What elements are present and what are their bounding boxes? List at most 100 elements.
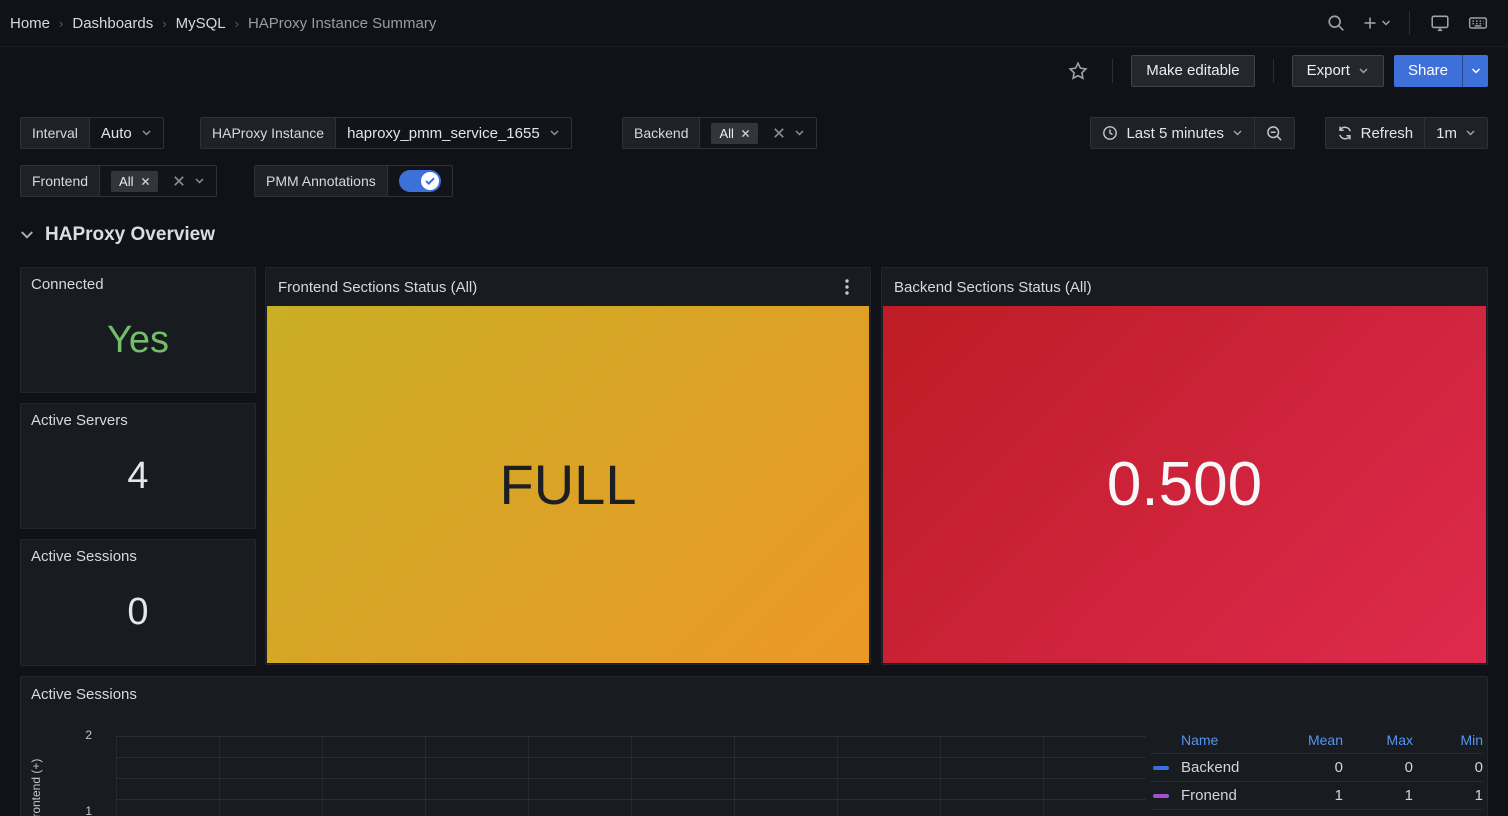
frontend-chip-all[interactable]: All bbox=[111, 171, 157, 192]
monitor-icon[interactable] bbox=[1424, 7, 1456, 39]
legend-row-fronend: Fronend 1 1 1 bbox=[1151, 782, 1483, 810]
panel-title[interactable]: Active Sessions bbox=[31, 548, 137, 565]
divider bbox=[1112, 59, 1113, 83]
time-range-picker[interactable]: Last 5 minutes bbox=[1091, 118, 1254, 148]
top-navigation-bar: Home › Dashboards › MySQL › HAProxy Inst… bbox=[0, 0, 1508, 47]
breadcrumb: Home › Dashboards › MySQL › HAProxy Inst… bbox=[10, 15, 436, 32]
connected-value: Yes bbox=[21, 294, 255, 386]
time-picker-group: Last 5 minutes bbox=[1090, 117, 1295, 149]
frontend-variable: Frontend All bbox=[20, 165, 217, 197]
remove-value-icon[interactable] bbox=[141, 177, 150, 186]
chevron-down-icon bbox=[549, 129, 560, 137]
pmm-annotations-toggle[interactable] bbox=[399, 170, 441, 192]
series-color-swatch bbox=[1153, 766, 1169, 770]
legend-header-mean[interactable]: Mean bbox=[1273, 732, 1343, 748]
zoom-out-icon bbox=[1266, 125, 1283, 142]
haproxy-instance-label: HAProxy Instance bbox=[201, 118, 336, 148]
add-icon bbox=[1362, 15, 1378, 31]
frontend-status-value: FULL bbox=[500, 452, 637, 517]
refresh-interval-value: 1m bbox=[1436, 125, 1457, 142]
divider bbox=[1273, 59, 1274, 83]
breadcrumb-separator: › bbox=[59, 16, 63, 31]
make-editable-button[interactable]: Make editable bbox=[1131, 55, 1254, 87]
panel-active-sessions-chart: Active Sessions Frontend (+) 2 1 Name Me… bbox=[20, 676, 1488, 816]
active-servers-value: 4 bbox=[21, 430, 255, 522]
pmm-annotations-label: PMM Annotations bbox=[255, 166, 388, 196]
zoom-out-time-button[interactable] bbox=[1254, 118, 1294, 148]
dashboard-actions-bar: Make editable Export Share bbox=[0, 47, 1508, 94]
chevron-down-icon bbox=[20, 230, 34, 240]
refresh-group: Refresh 1m bbox=[1325, 117, 1488, 149]
panel-title[interactable]: Active Sessions bbox=[31, 686, 137, 703]
backend-chip-all[interactable]: All bbox=[711, 123, 757, 144]
panel-title[interactable]: Connected bbox=[31, 276, 104, 293]
panel-frontend-sections-status: Frontend Sections Status (All) FULL bbox=[265, 267, 871, 665]
legend-header-max[interactable]: Max bbox=[1343, 732, 1413, 748]
chevron-down-icon bbox=[1465, 129, 1476, 137]
toggle-knob bbox=[421, 172, 439, 190]
grafana-dashboard: Home › Dashboards › MySQL › HAProxy Inst… bbox=[0, 0, 1508, 816]
backend-select[interactable]: All bbox=[700, 118, 815, 148]
interval-value: Auto bbox=[101, 125, 132, 142]
legend-max-value: 1 bbox=[1343, 787, 1413, 804]
export-button[interactable]: Export bbox=[1292, 55, 1384, 87]
active-sessions-stat-value: 0 bbox=[21, 566, 255, 659]
panel-active-servers: Active Servers 4 bbox=[20, 403, 256, 529]
legend-series-name[interactable]: Fronend bbox=[1181, 787, 1273, 804]
backend-status-value: 0.500 bbox=[1107, 449, 1262, 520]
panel-menu-icon[interactable] bbox=[836, 276, 858, 298]
time-series-plot-area bbox=[116, 736, 1146, 816]
interval-label: Interval bbox=[21, 118, 90, 148]
legend-header-min[interactable]: Min bbox=[1413, 732, 1483, 748]
frontend-status-body: FULL bbox=[267, 306, 869, 663]
refresh-interval-select[interactable]: 1m bbox=[1424, 118, 1487, 148]
panel-title[interactable]: Backend Sections Status (All) bbox=[894, 279, 1092, 296]
panel-title[interactable]: Active Servers bbox=[31, 412, 128, 429]
legend-min-value: 0 bbox=[1413, 759, 1483, 776]
divider bbox=[1409, 11, 1410, 35]
star-icon[interactable] bbox=[1062, 55, 1094, 87]
frontend-select[interactable]: All bbox=[100, 166, 215, 196]
refresh-button[interactable]: Refresh bbox=[1326, 118, 1425, 148]
legend-min-value: 1 bbox=[1413, 787, 1483, 804]
backend-variable: Backend All bbox=[622, 117, 817, 149]
haproxy-instance-value: haproxy_pmm_service_1655 bbox=[347, 125, 540, 142]
backend-label: Backend bbox=[623, 118, 700, 148]
y-axis-tick: 1 bbox=[66, 804, 92, 816]
breadcrumb-mysql[interactable]: MySQL bbox=[176, 15, 226, 32]
panel-title[interactable]: Frontend Sections Status (All) bbox=[278, 279, 477, 296]
interval-variable: Interval Auto bbox=[20, 117, 164, 149]
y-axis-label: Frontend (+) bbox=[29, 737, 43, 816]
refresh-label: Refresh bbox=[1361, 125, 1414, 142]
legend-mean-value: 1 bbox=[1273, 787, 1343, 804]
haproxy-instance-variable: HAProxy Instance haproxy_pmm_service_165… bbox=[200, 117, 572, 149]
refresh-icon bbox=[1337, 125, 1353, 141]
legend-row-backend: Backend 0 0 0 bbox=[1151, 754, 1483, 782]
clear-all-icon[interactable] bbox=[773, 127, 785, 139]
panel-active-sessions-stat: Active Sessions 0 bbox=[20, 539, 256, 666]
haproxy-instance-select[interactable]: haproxy_pmm_service_1655 bbox=[336, 118, 571, 148]
series-color-swatch bbox=[1153, 794, 1169, 798]
chevron-down-icon bbox=[194, 177, 205, 185]
panel-connected: Connected Yes bbox=[20, 267, 256, 393]
clear-all-icon[interactable] bbox=[173, 175, 185, 187]
breadcrumb-home[interactable]: Home bbox=[10, 15, 50, 32]
pmm-annotations-toggle-area bbox=[388, 166, 452, 196]
frontend-chip-label: All bbox=[119, 174, 133, 189]
chevron-down-icon bbox=[1232, 129, 1243, 137]
share-button[interactable]: Share bbox=[1394, 55, 1462, 87]
breadcrumb-dashboards[interactable]: Dashboards bbox=[72, 15, 153, 32]
interval-select[interactable]: Auto bbox=[90, 118, 163, 148]
add-button[interactable] bbox=[1358, 7, 1395, 39]
keyboard-icon[interactable] bbox=[1462, 7, 1494, 39]
search-icon[interactable] bbox=[1320, 7, 1352, 39]
legend-header-name[interactable]: Name bbox=[1181, 732, 1273, 748]
section-haproxy-overview[interactable]: HAProxy Overview bbox=[20, 224, 215, 246]
pmm-annotations-control: PMM Annotations bbox=[254, 165, 453, 197]
legend-series-name[interactable]: Backend bbox=[1181, 759, 1273, 776]
share-dropdown-button[interactable] bbox=[1462, 55, 1488, 87]
share-button-group: Share bbox=[1394, 55, 1488, 87]
legend-max-value: 0 bbox=[1343, 759, 1413, 776]
panel-backend-sections-status: Backend Sections Status (All) 0.500 bbox=[881, 267, 1488, 665]
remove-value-icon[interactable] bbox=[741, 129, 750, 138]
